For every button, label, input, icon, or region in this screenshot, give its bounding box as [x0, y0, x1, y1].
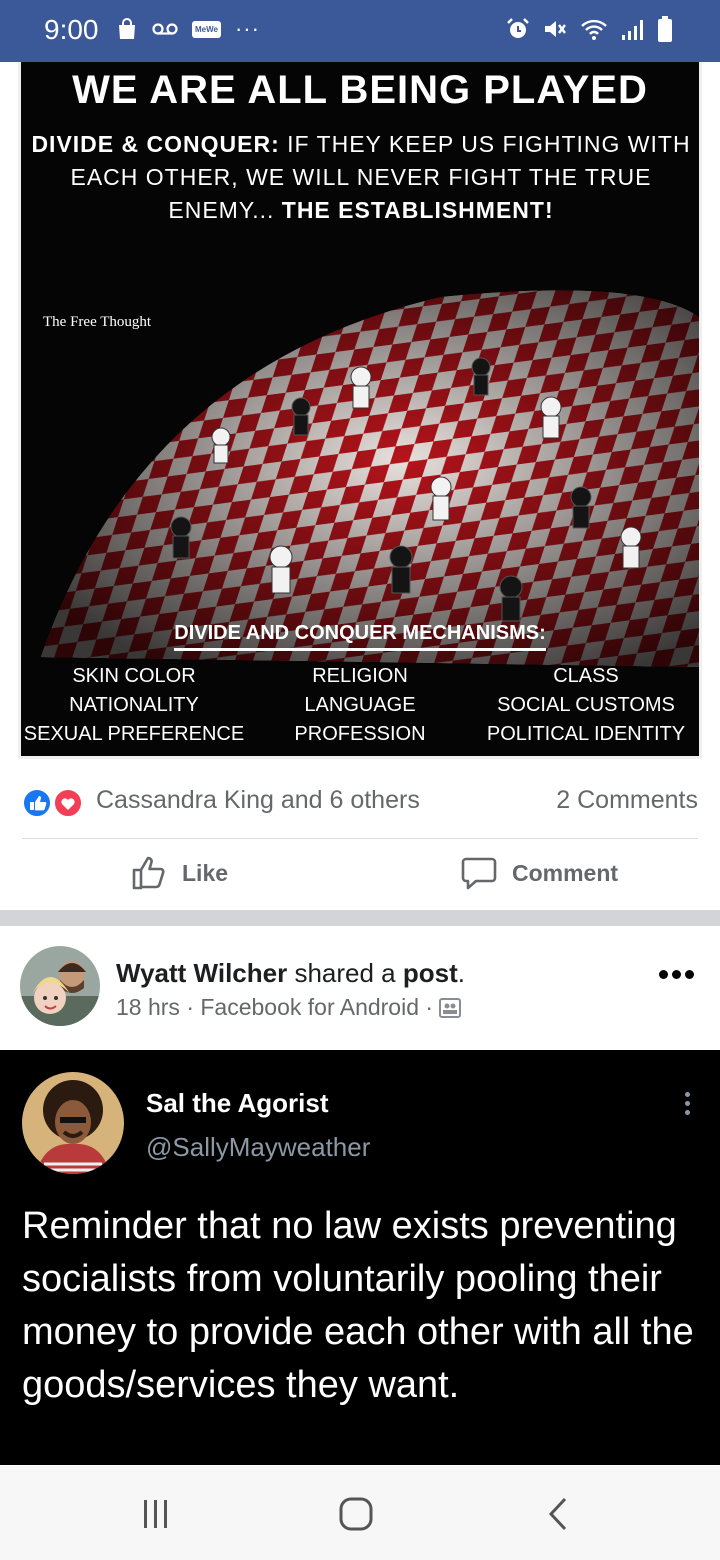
system-nav-bar — [0, 1466, 720, 1560]
signal-icon — [622, 20, 643, 40]
voicemail-icon — [152, 23, 178, 35]
post-actions: Like Comment — [0, 840, 720, 910]
mechanisms-row: NATIONALITY LANGUAGE SOCIAL CUSTOMS — [21, 691, 699, 720]
comment-button-label: Comment — [512, 859, 619, 886]
status-bar: 9:00 MeWe ··· — [0, 0, 720, 62]
meme-subtitle-end: THE ESTABLISHMENT! — [281, 197, 554, 223]
tweet-author-avatar — [22, 1072, 124, 1174]
home-button[interactable] — [326, 1494, 386, 1534]
tweet-text: Reminder that no law exists preventing s… — [22, 1205, 694, 1406]
like-button-label: Like — [182, 859, 229, 886]
wifi-icon — [581, 19, 607, 40]
alarm-icon — [507, 18, 529, 38]
shared-text: shared a — [287, 958, 403, 988]
like-button[interactable]: Like — [130, 854, 228, 892]
post-meta-text[interactable]: 18 hrs · Facebook for Android · — [116, 994, 433, 1021]
mechanism-item: POLITICAL IDENTITY — [486, 723, 686, 745]
status-time: 9:00 — [44, 14, 99, 45]
mechanism-item: SKIN COLOR — [72, 665, 196, 687]
mechanisms-title: DIVIDE AND CONQUER MECHANISMS: — [21, 622, 699, 651]
shared-tweet-image[interactable]: Sal the Agorist @SallyMayweather Reminde… — [0, 1050, 720, 1465]
recent-apps-icon — [144, 1500, 167, 1528]
mechanism-item: CLASS — [553, 665, 619, 687]
meme-subtitle: DIVIDE & CONQUER: IF THEY KEEP US FIGHTI… — [31, 128, 691, 227]
reactions-summary[interactable]: Cassandra King and 6 others — [96, 786, 420, 815]
back-button[interactable] — [528, 1494, 588, 1534]
tweet-more-icon — [685, 1092, 690, 1115]
author-name[interactable]: Wyatt Wilcher — [116, 958, 287, 988]
mechanism-item: SOCIAL CUSTOMS — [497, 694, 675, 716]
home-icon — [339, 1497, 373, 1531]
mechanisms-list: SKIN COLOR RELIGION CLASS NATIONALITY LA… — [21, 662, 699, 749]
divider — [22, 838, 698, 839]
mute-icon — [545, 21, 566, 37]
comment-button[interactable]: Comment — [460, 854, 618, 892]
post-header: Wyatt Wilcher shared a post. 18 hrs · Fa… — [0, 926, 720, 1050]
post-image[interactable]: WE ARE ALL BEING PLAYED DIVIDE & CONQUER… — [18, 62, 702, 759]
shopping-bag-icon — [119, 18, 135, 39]
notification-icons: MeWe ··· — [116, 16, 260, 42]
tweet-author-handle: @SallyMayweather — [146, 1132, 371, 1162]
mechanism-item: RELIGION — [312, 665, 408, 687]
back-icon — [548, 1497, 567, 1531]
mechanism-item: SEXUAL PREFERENCE — [23, 723, 245, 745]
post-author-line: Wyatt Wilcher shared a post. — [116, 958, 465, 989]
mechanism-item: NATIONALITY — [69, 694, 199, 716]
meme-subtitle-lead: DIVIDE & CONQUER: — [31, 131, 280, 157]
more-notifications: ··· — [234, 16, 260, 41]
tweet-author-name: Sal the Agorist — [146, 1088, 329, 1118]
reactions-bar: Cassandra King and 6 others 2 Comments — [0, 762, 720, 838]
meme-title: WE ARE ALL BEING PLAYED — [72, 68, 648, 112]
meme-watermark: The Free Thought — [43, 314, 152, 330]
like-reaction-icon — [22, 788, 52, 818]
battery-icon — [658, 16, 672, 42]
comments-count[interactable]: 2 Comments — [556, 786, 698, 815]
avatar-photo — [20, 946, 100, 1026]
mewe-app-icon: MeWe — [192, 20, 221, 38]
comment-bubble-icon — [461, 857, 497, 890]
mechanism-item: PROFESSION — [294, 723, 426, 745]
mechanisms-row: SEXUAL PREFERENCE PROFESSION POLITICAL I… — [21, 720, 699, 749]
love-reaction-icon — [53, 788, 83, 818]
feed-separator — [0, 910, 720, 926]
author-avatar[interactable] — [20, 946, 100, 1026]
mechanisms-row: SKIN COLOR RELIGION CLASS — [21, 662, 699, 691]
period: . — [457, 958, 465, 988]
friends-icon — [439, 997, 462, 1018]
post-meta: 18 hrs · Facebook for Android · — [116, 994, 462, 1021]
thumbs-up-icon — [132, 856, 165, 890]
reaction-icons[interactable] — [22, 788, 86, 818]
system-icons — [506, 16, 672, 42]
post-options-button[interactable] — [659, 970, 694, 979]
recent-apps-button[interactable] — [126, 1494, 186, 1534]
shared-post-link[interactable]: post — [403, 958, 458, 988]
mechanism-item: LANGUAGE — [304, 694, 416, 716]
